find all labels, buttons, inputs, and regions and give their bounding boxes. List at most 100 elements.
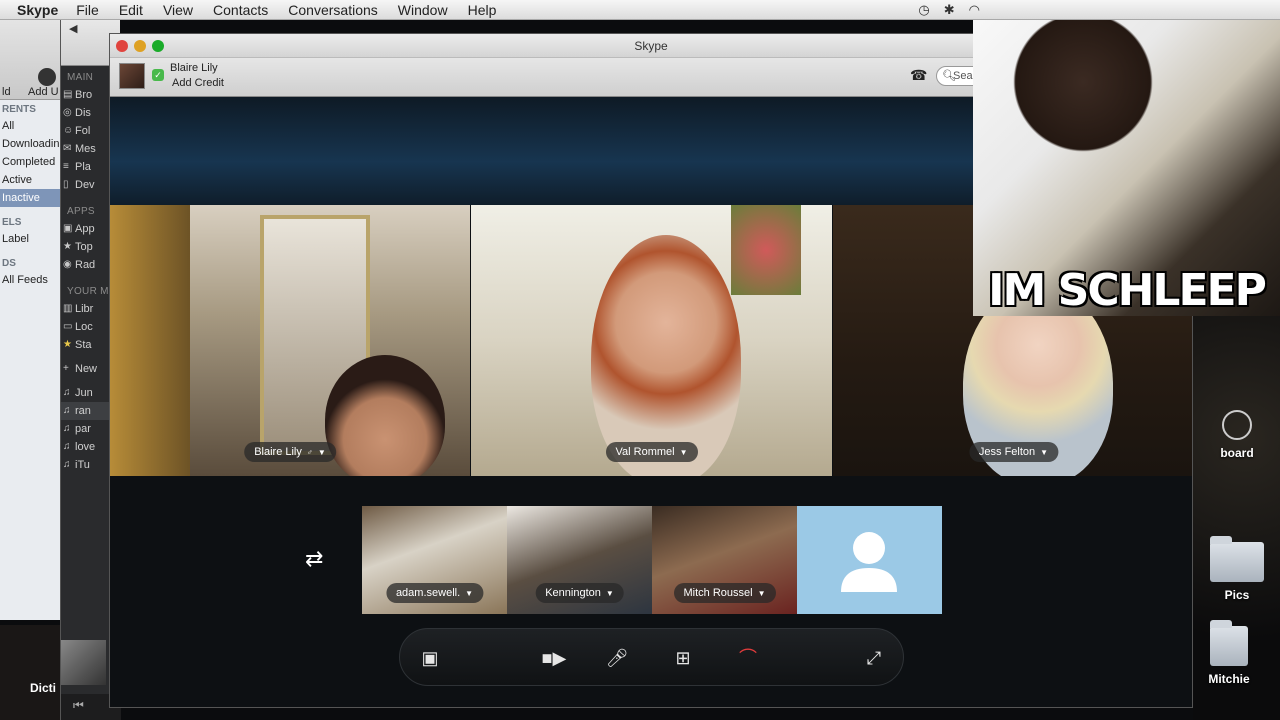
menu-app-name[interactable]: Skype <box>17 2 58 18</box>
menu-conversations[interactable]: Conversations <box>288 2 378 18</box>
window-controls <box>116 40 164 52</box>
participant-thumbnails: adam.sewell. ▼ Kennington ▼ Mitch Roussel ▼ <box>362 506 942 614</box>
search-icon: 🔍︎ <box>942 70 956 82</box>
microphone-icon[interactable]: 🎤︎ <box>603 645 631 671</box>
profile-name[interactable]: Blaire Lily <box>170 62 218 74</box>
playlist-icon: ♫ <box>63 387 71 398</box>
desktop-left-corner: Dicti <box>0 625 62 720</box>
spotify-back-icon[interactable]: ◀ <box>69 22 77 35</box>
close-button[interactable] <box>116 40 128 52</box>
time-machine-icon[interactable]: ◷ <box>918 2 929 18</box>
menu-file[interactable]: File <box>76 2 99 18</box>
chevron-down-icon: ▼ <box>465 589 474 598</box>
bluetooth-icon[interactable]: ✱ <box>944 2 955 18</box>
participant-label[interactable]: Jess Felton ▼ <box>968 442 1059 462</box>
thumb-adam-sewell[interactable]: adam.sewell. ▼ <box>362 506 507 614</box>
menu-window[interactable]: Window <box>398 2 448 18</box>
library-icon: ▥ <box>63 303 73 314</box>
desktop-item-label: Pics <box>1224 588 1250 602</box>
previous-icon[interactable]: ⏮ <box>73 698 84 713</box>
video-camera-icon[interactable]: ■▶ <box>540 645 568 671</box>
call-controls: ▣ ■▶ 🎤︎ ⊞ ⌒ ⤢ <box>399 628 904 686</box>
desktop-folder-mitchie[interactable]: Mitchie <box>1189 620 1269 686</box>
end-call-icon[interactable]: ⌒ <box>734 645 762 671</box>
sidebar-item-all-feeds[interactable]: All Feeds <box>0 271 61 289</box>
add-chat-icon[interactable]: ⊞ <box>669 645 697 671</box>
meme-face <box>1013 10 1153 170</box>
desktop-item-dashboard[interactable]: board <box>1197 410 1277 460</box>
section-header: RENTS <box>2 104 36 115</box>
menu-bar: Skype File Edit View Contacts Conversati… <box>0 0 1280 20</box>
playlist-icon: ♫ <box>63 405 71 416</box>
video-feed-blaire-lily[interactable]: Blaire Lily ♂ ▼ <box>110 205 470 476</box>
mic-icon: ♂ <box>306 448 313 457</box>
discover-icon: ◎ <box>63 107 72 118</box>
thumb-mitch-roussel[interactable]: Mitch Roussel ▼ <box>652 506 797 614</box>
play-queue-icon: ≡ <box>63 161 69 172</box>
zoom-button[interactable] <box>152 40 164 52</box>
chevron-down-icon: ▼ <box>679 448 688 457</box>
screen-share-icon[interactable]: ▣ <box>416 645 444 671</box>
sidebar-item-downloading[interactable]: Downloadin <box>0 135 61 153</box>
toolbar-label-left[interactable]: ld <box>2 86 11 98</box>
participant-label[interactable]: Mitch Roussel ▼ <box>673 583 776 603</box>
dial-pad-icon[interactable]: ☎ <box>910 67 927 84</box>
desktop-item-label: Mitchie <box>1208 672 1250 686</box>
menu-contacts[interactable]: Contacts <box>213 2 268 18</box>
menu-tray: ◷ ✱ ◠ <box>918 2 980 18</box>
left-app-toolbar: ld Add U <box>0 20 61 100</box>
playlist-icon: ♫ <box>63 459 71 470</box>
default-avatar-icon <box>841 532 897 592</box>
video-scene <box>731 205 801 295</box>
meme-caption: IM SCHLEEP <box>988 265 1267 316</box>
add-url-label[interactable]: Add U <box>28 86 59 98</box>
sidebar-item-completed[interactable]: Completed <box>0 153 61 171</box>
sidebar-item-active[interactable]: Active <box>0 171 61 189</box>
star-icon: ★ <box>63 339 72 350</box>
menu-view[interactable]: View <box>163 2 193 18</box>
wifi-icon[interactable]: ◠ <box>969 2 980 18</box>
desktop-item-label[interactable]: Dicti <box>30 681 56 695</box>
thumb-placeholder[interactable] <box>797 506 942 614</box>
sidebar-item-all[interactable]: All <box>0 117 61 135</box>
thumb-kennington[interactable]: Kennington ▼ <box>507 506 652 614</box>
participant-face <box>325 355 445 476</box>
video-feed-val-rommel[interactable]: Val Rommel ▼ <box>471 205 832 476</box>
avatar[interactable] <box>119 63 145 89</box>
add-credit-link[interactable]: Add Credit <box>172 77 224 89</box>
left-app-window: ld Add U RENTS All Downloadin Completed … <box>0 20 62 620</box>
devices-icon: ▯ <box>63 179 69 190</box>
folder-icon <box>1210 620 1248 666</box>
follow-icon: ☺ <box>63 125 74 136</box>
participant-label[interactable]: Blaire Lily ♂ ▼ <box>244 442 336 462</box>
desktop-item-label: board <box>1220 446 1254 460</box>
menu-edit[interactable]: Edit <box>119 2 143 18</box>
chevron-down-icon: ▼ <box>1040 448 1049 457</box>
sidebar-item-inactive[interactable]: Inactive <box>0 189 61 207</box>
fullscreen-icon[interactable]: ⤢ <box>860 645 888 671</box>
chevron-down-icon: ▼ <box>605 589 614 598</box>
video-scene <box>110 205 190 476</box>
app-finder-icon: ▣ <box>63 223 73 234</box>
section-header: ELS <box>2 217 22 228</box>
playlist-icon: ♫ <box>63 441 71 452</box>
sidebar-item-label[interactable]: Label <box>0 230 61 248</box>
messages-icon: ✉ <box>63 143 72 154</box>
swap-view-icon[interactable]: ⇄ <box>305 546 323 572</box>
meme-image[interactable]: IM SCHLEEP <box>973 0 1280 316</box>
globe-icon[interactable] <box>38 68 56 86</box>
window-title: Skype <box>634 39 668 53</box>
top-lists-icon: ★ <box>63 241 72 252</box>
online-status-icon[interactable]: ✓ <box>152 69 164 81</box>
participant-label[interactable]: adam.sewell. ▼ <box>385 583 484 603</box>
radio-icon: ◉ <box>63 259 72 270</box>
chevron-down-icon: ▼ <box>757 589 766 598</box>
menu-help[interactable]: Help <box>468 2 497 18</box>
desktop-folder-pics[interactable]: Pics <box>1197 536 1277 602</box>
participant-label[interactable]: Kennington ▼ <box>535 583 624 603</box>
participant-label[interactable]: Val Rommel ▼ <box>605 442 698 462</box>
folder-icon <box>1210 536 1264 582</box>
album-art[interactable] <box>61 640 106 685</box>
minimize-button[interactable] <box>134 40 146 52</box>
clock-icon <box>1222 410 1252 440</box>
